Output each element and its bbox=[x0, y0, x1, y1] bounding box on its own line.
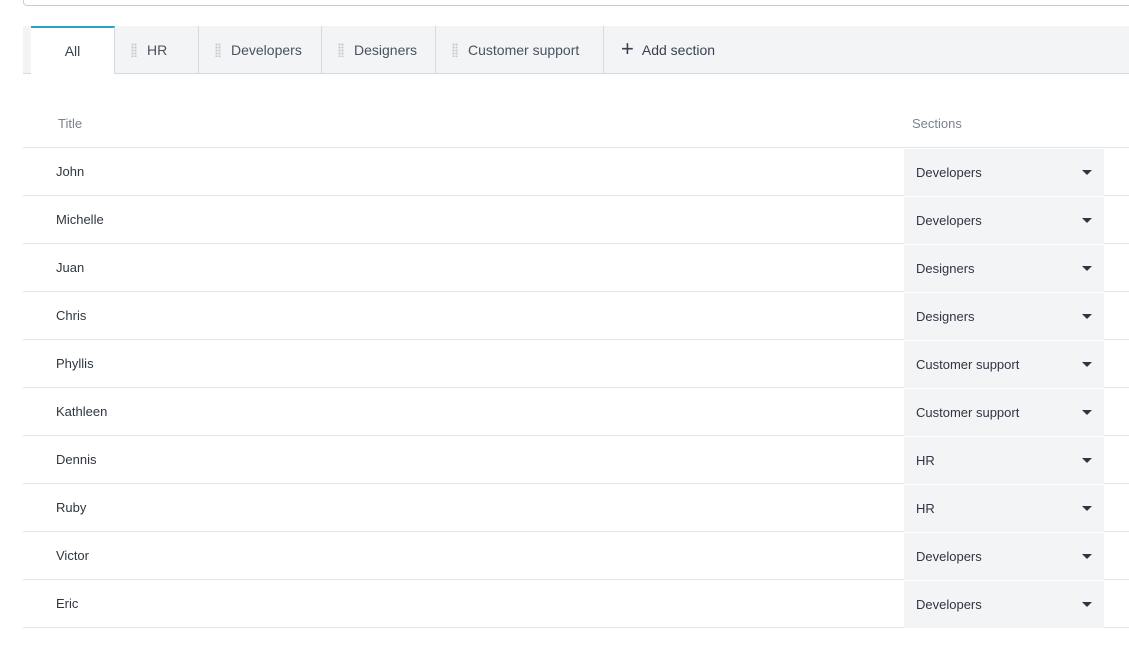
section-select[interactable]: HR bbox=[904, 437, 1104, 484]
tab-hr[interactable]: HR bbox=[115, 26, 199, 73]
section-select-value: HR bbox=[916, 501, 935, 516]
section-select-value: Customer support bbox=[916, 405, 1020, 420]
caret-down-icon bbox=[1082, 170, 1092, 175]
drag-handle-icon[interactable] bbox=[131, 42, 137, 57]
caret-down-icon bbox=[1082, 458, 1092, 463]
tab-label: Designers bbox=[354, 41, 418, 58]
table-row: Kathleen Customer support bbox=[23, 388, 1129, 436]
section-select[interactable]: Developers bbox=[904, 197, 1104, 244]
tab-label: Customer support bbox=[468, 41, 580, 58]
caret-down-icon bbox=[1082, 362, 1092, 367]
section-select-value: Developers bbox=[916, 165, 982, 180]
row-title: Phyllis bbox=[56, 356, 94, 371]
caret-down-icon bbox=[1082, 314, 1092, 319]
table-row: Eric Developers bbox=[23, 580, 1129, 628]
caret-down-icon bbox=[1082, 218, 1092, 223]
row-title: Kathleen bbox=[56, 404, 108, 419]
caret-down-icon bbox=[1082, 266, 1092, 271]
table-row: Ruby HR bbox=[23, 484, 1129, 532]
row-title: Eric bbox=[56, 596, 79, 611]
items-table: Title Sections John Developers Michelle Dev… bbox=[23, 99, 1129, 628]
section-select[interactable]: Designers bbox=[904, 293, 1104, 340]
row-title: Michelle bbox=[56, 212, 104, 227]
column-header-sections: Sections bbox=[912, 115, 962, 131]
section-select[interactable]: Developers bbox=[904, 581, 1104, 628]
table-row: Dennis HR bbox=[23, 436, 1129, 484]
table-body: John Developers Michelle Developers Juan Desi… bbox=[23, 148, 1129, 628]
row-title: Victor bbox=[56, 548, 89, 563]
row-title: Chris bbox=[56, 308, 87, 323]
row-title: Juan bbox=[56, 260, 85, 275]
tab-label: All bbox=[64, 43, 81, 59]
table-row: Chris Designers bbox=[23, 292, 1129, 340]
caret-down-icon bbox=[1082, 410, 1092, 415]
row-title: Dennis bbox=[56, 452, 97, 467]
section-select[interactable]: HR bbox=[904, 485, 1104, 532]
row-title: Ruby bbox=[56, 500, 87, 515]
tab-spacer bbox=[23, 26, 31, 73]
section-select-value: Customer support bbox=[916, 357, 1020, 372]
section-select[interactable]: Developers bbox=[904, 149, 1104, 196]
section-select[interactable]: Developers bbox=[904, 533, 1104, 580]
table-header: Title Sections bbox=[23, 99, 1129, 148]
section-tabs: All HR Developers Designers Customer sup… bbox=[23, 26, 1129, 74]
row-title: John bbox=[56, 164, 85, 179]
drag-handle-icon[interactable] bbox=[215, 42, 221, 57]
section-select-value: Designers bbox=[916, 309, 975, 324]
section-select-value: HR bbox=[916, 453, 935, 468]
column-header-title: Title bbox=[58, 115, 83, 131]
tab-all[interactable]: All bbox=[31, 26, 115, 74]
section-select-value: Designers bbox=[916, 261, 975, 276]
drag-handle-icon[interactable] bbox=[338, 42, 344, 57]
table-row: Victor Developers bbox=[23, 532, 1129, 580]
table-row: Phyllis Customer support bbox=[23, 340, 1129, 388]
add-section-label: Add section bbox=[641, 41, 716, 58]
section-select[interactable]: Customer support bbox=[904, 389, 1104, 436]
tab-developers[interactable]: Developers bbox=[199, 26, 322, 73]
section-select-value: Developers bbox=[916, 549, 982, 564]
section-select[interactable]: Designers bbox=[904, 245, 1104, 292]
table-row: John Developers bbox=[23, 148, 1129, 196]
plus-icon: + bbox=[621, 35, 634, 61]
tab-designers[interactable]: Designers bbox=[322, 26, 436, 73]
search-input[interactable] bbox=[23, 0, 1129, 6]
table-row: Michelle Developers bbox=[23, 196, 1129, 244]
tab-label: HR bbox=[147, 41, 168, 58]
section-select-value: Developers bbox=[916, 597, 982, 612]
caret-down-icon bbox=[1082, 602, 1092, 607]
table-row: Juan Designers bbox=[23, 244, 1129, 292]
drag-handle-icon[interactable] bbox=[452, 42, 458, 57]
add-section-button[interactable]: + Add section bbox=[604, 26, 715, 73]
caret-down-icon bbox=[1082, 506, 1092, 511]
tab-label: Developers bbox=[231, 41, 302, 58]
tab-customer-support[interactable]: Customer support bbox=[436, 26, 604, 73]
section-select[interactable]: Customer support bbox=[904, 341, 1104, 388]
caret-down-icon bbox=[1082, 554, 1092, 559]
section-select-value: Developers bbox=[916, 213, 982, 228]
